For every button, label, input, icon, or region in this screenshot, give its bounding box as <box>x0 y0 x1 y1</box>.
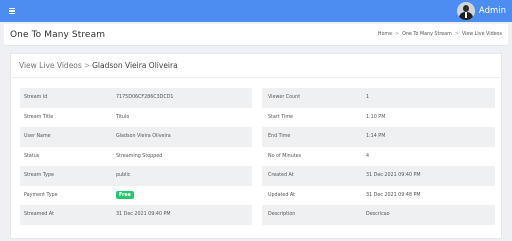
detail-label: Updated At <box>268 192 296 198</box>
detail-value: public <box>116 173 131 179</box>
top-navbar: Admin <box>0 0 512 22</box>
detail-value: 1:14 PM <box>366 134 386 140</box>
detail-value: Titulo <box>116 114 130 120</box>
breadcrumb-separator: > <box>454 32 459 37</box>
detail-row: End Time 1:14 PM <box>262 127 495 147</box>
detail-label: Stream Title <box>24 114 54 120</box>
detail-row: No of Minutes 4 <box>262 147 495 167</box>
detail-label: Stream Id <box>24 95 48 101</box>
detail-label: Viewer Count <box>268 95 301 101</box>
card-title-link[interactable]: View Live Videos <box>19 61 82 70</box>
detail-value: 31 Dec 2021 09:40 PM <box>366 173 421 179</box>
hamburger-menu-icon[interactable] <box>9 8 15 14</box>
detail-row: Payment Type Free <box>20 186 252 206</box>
detail-label: Description <box>268 212 296 218</box>
detail-value: 4 <box>366 153 370 159</box>
detail-label: Streamed At <box>24 212 54 218</box>
detail-label: No of Minutes <box>268 153 302 159</box>
page-title: One To Many Stream <box>10 29 106 40</box>
detail-row: Updated At 31 Dec 2021 09:48 PM <box>262 186 495 206</box>
detail-value: 1 <box>366 95 370 101</box>
detail-row: Stream Id 7175D06CF286C3DCD1 <box>20 88 252 108</box>
admin-label[interactable]: Admin <box>479 6 506 16</box>
details-right-column: Viewer Count 1 Start Time 1:10 PM End Ti… <box>262 88 495 225</box>
breadcrumb-one-to-many-stream[interactable]: One To Many Stream <box>402 32 452 37</box>
details-left-column: Stream Id 7175D06CF286C3DCD1 Stream Titl… <box>20 88 252 225</box>
breadcrumb-separator: > <box>395 32 400 37</box>
detail-row: Streamed At 31 Dec 2021 09:40 PM <box>20 205 252 225</box>
breadcrumb: Home > One To Many Stream > View Live Vi… <box>378 32 502 37</box>
avatar[interactable] <box>456 2 475 20</box>
detail-value: Free <box>116 191 252 200</box>
card-title: View Live Videos > Gladson Vieira Olivei… <box>11 54 501 78</box>
detail-row: Description Descricao <box>262 205 495 225</box>
detail-label: User Name <box>24 134 51 140</box>
detail-label: Payment Type <box>24 192 58 198</box>
detail-row: Stream Title Titulo <box>20 108 252 128</box>
detail-row: Viewer Count 1 <box>262 88 495 108</box>
card-title-separator: > <box>83 61 91 70</box>
payment-type-badge: Free <box>116 191 134 200</box>
detail-row: Created At 31 Dec 2021 09:40 PM <box>262 166 495 186</box>
detail-value: Gladson Vieira Oliveira <box>116 134 171 140</box>
stream-details-card: View Live Videos > Gladson Vieira Olivei… <box>10 53 502 239</box>
detail-value: 31 Dec 2021 09:48 PM <box>366 192 421 198</box>
detail-value: Descricao <box>366 212 390 218</box>
detail-label: Stream Type <box>24 173 54 179</box>
detail-value: 7175D06CF286C3DCD1 <box>116 95 174 101</box>
detail-value: 31 Dec 2021 09:40 PM <box>116 212 171 218</box>
detail-value: Streaming Stopped <box>116 153 163 159</box>
detail-row: Status Streaming Stopped <box>20 147 252 167</box>
admin-menu[interactable]: Admin <box>456 2 506 20</box>
detail-row: Start Time 1:10 PM <box>262 108 495 128</box>
detail-label: Status <box>24 153 40 159</box>
detail-label: Created At <box>268 173 294 179</box>
detail-value: 1:10 PM <box>366 114 386 120</box>
card-title-user-name: Gladson Vieira Oliveira <box>92 61 178 70</box>
detail-row: User Name Gladson Vieira Oliveira <box>20 127 252 147</box>
detail-label: Start Time <box>268 114 293 120</box>
detail-row: Stream Type public <box>20 166 252 186</box>
breadcrumb-home[interactable]: Home <box>378 32 392 37</box>
breadcrumb-view-live-videos: View Live Videos <box>461 32 502 37</box>
page-header: One To Many Stream Home > One To Many St… <box>4 24 508 46</box>
detail-label: End Time <box>268 134 291 140</box>
